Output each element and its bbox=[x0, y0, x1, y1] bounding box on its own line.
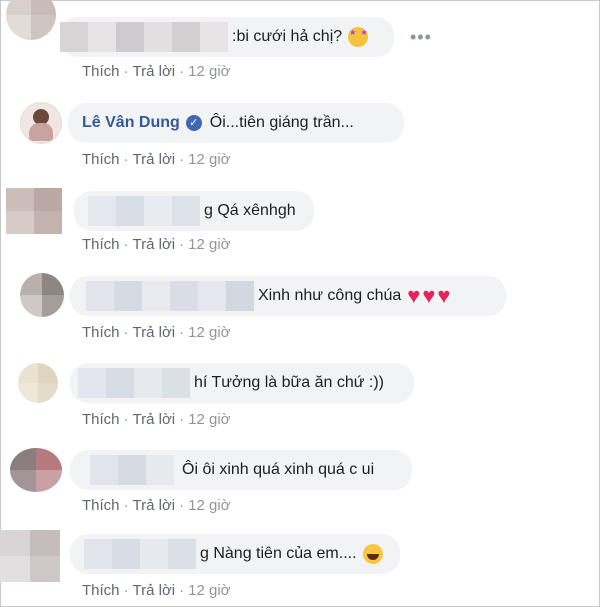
comment-bubble: Ôi ôi xinh quá xinh quá c ui bbox=[70, 450, 412, 490]
comment-actions: Thích · Trả lời · 12 giờ bbox=[82, 324, 231, 341]
star-struck-emoji-icon bbox=[348, 27, 369, 47]
heart-icon: ♥ bbox=[407, 283, 421, 308]
comment-text: Ôi ôi xinh quá xinh quá c ui bbox=[182, 461, 375, 478]
avatar-le-van-dung[interactable] bbox=[20, 102, 62, 144]
reply-link[interactable]: Trả lời bbox=[133, 63, 176, 80]
comment-bubble: g Qá xênhgh bbox=[74, 191, 314, 231]
like-link[interactable]: Thích bbox=[82, 324, 120, 341]
separator: · bbox=[123, 151, 129, 168]
reply-link[interactable]: Trả lời bbox=[133, 151, 176, 168]
laughing-tears-emoji-icon bbox=[362, 544, 383, 564]
like-link[interactable]: Thích bbox=[82, 63, 120, 80]
separator: · bbox=[123, 411, 129, 428]
comment-bubble: Xinh như công chúa ♥ ♥ ♥ bbox=[70, 276, 506, 316]
reply-link[interactable]: Trả lời bbox=[133, 411, 176, 428]
blurred-author-name[interactable] bbox=[84, 539, 196, 569]
separator: · bbox=[179, 497, 185, 514]
separator: · bbox=[123, 63, 129, 80]
avatar[interactable] bbox=[6, 188, 62, 234]
avatar[interactable] bbox=[10, 448, 62, 492]
comment-actions: Thích · Trả lời · 12 giờ bbox=[82, 582, 231, 599]
timestamp[interactable]: 12 giờ bbox=[188, 497, 230, 514]
comment-bubble: :bi cưới hả chị? bbox=[60, 17, 394, 57]
separator: · bbox=[123, 324, 129, 341]
separator: · bbox=[179, 151, 185, 168]
reply-link[interactable]: Trả lời bbox=[133, 497, 176, 514]
heart-icon: ♥ bbox=[437, 283, 451, 308]
like-link[interactable]: Thích bbox=[82, 582, 120, 599]
separator: · bbox=[123, 582, 129, 599]
separator: · bbox=[179, 582, 185, 599]
comment-text: g Qá xênhgh bbox=[204, 202, 296, 219]
separator: · bbox=[179, 236, 185, 253]
reply-link[interactable]: Trả lời bbox=[133, 236, 176, 253]
comment-actions: Thích · Trả lời · 12 giờ bbox=[82, 236, 231, 253]
avatar[interactable] bbox=[0, 530, 60, 582]
blurred-author-name[interactable] bbox=[90, 455, 174, 485]
timestamp[interactable]: 12 giờ bbox=[188, 151, 230, 168]
blurred-author-name[interactable] bbox=[88, 196, 200, 226]
separator: · bbox=[123, 497, 129, 514]
comment-actions: Thích · Trả lời · 12 giờ bbox=[82, 411, 231, 428]
separator: · bbox=[179, 63, 185, 80]
blurred-author-name[interactable] bbox=[86, 281, 254, 311]
comment-text: Xinh như công chúa bbox=[258, 287, 402, 304]
like-link[interactable]: Thích bbox=[82, 497, 120, 514]
comment-bubble: g Nàng tiên của em.... bbox=[70, 534, 400, 574]
separator: · bbox=[179, 411, 185, 428]
heart-icon: ♥ bbox=[422, 283, 436, 308]
comment-bubble: hí Tưởng là bữa ăn chứ :)) bbox=[70, 363, 414, 403]
comment-actions: Thích · Trả lời · 12 giờ bbox=[82, 497, 231, 514]
comment-text: g Nàng tiên của em.... bbox=[200, 545, 357, 562]
blurred-author-name[interactable] bbox=[60, 22, 228, 52]
comment-actions: Thích · Trả lời · 12 giờ bbox=[82, 63, 231, 80]
comment-bubble: Lê Vân Dung ✓ Ôi...tiên giáng trần... bbox=[68, 103, 404, 143]
timestamp[interactable]: 12 giờ bbox=[188, 411, 230, 428]
avatar[interactable] bbox=[20, 273, 64, 317]
comment-actions: Thích · Trả lời · 12 giờ bbox=[82, 151, 231, 168]
verified-badge-icon: ✓ bbox=[185, 115, 202, 131]
timestamp[interactable]: 12 giờ bbox=[188, 324, 230, 341]
blurred-author-name[interactable] bbox=[78, 368, 190, 398]
comment-text: Ôi...tiên giáng trần... bbox=[209, 114, 354, 131]
comment-text: :bi cưới hả chị? bbox=[232, 28, 343, 45]
timestamp[interactable]: 12 giờ bbox=[188, 582, 230, 599]
separator: · bbox=[123, 236, 129, 253]
reply-link[interactable]: Trả lời bbox=[133, 582, 176, 599]
like-link[interactable]: Thích bbox=[82, 411, 120, 428]
author-name[interactable]: Lê Vân Dung bbox=[82, 114, 180, 132]
comment-text: hí Tưởng là bữa ăn chứ :)) bbox=[194, 374, 384, 391]
separator: · bbox=[179, 324, 185, 341]
timestamp[interactable]: 12 giờ bbox=[188, 236, 230, 253]
timestamp[interactable]: 12 giờ bbox=[188, 63, 230, 80]
more-options-icon[interactable]: ••• bbox=[410, 27, 432, 48]
like-link[interactable]: Thích bbox=[82, 236, 120, 253]
reply-link[interactable]: Trả lời bbox=[133, 324, 176, 341]
like-link[interactable]: Thích bbox=[82, 151, 120, 168]
avatar[interactable] bbox=[18, 363, 58, 403]
